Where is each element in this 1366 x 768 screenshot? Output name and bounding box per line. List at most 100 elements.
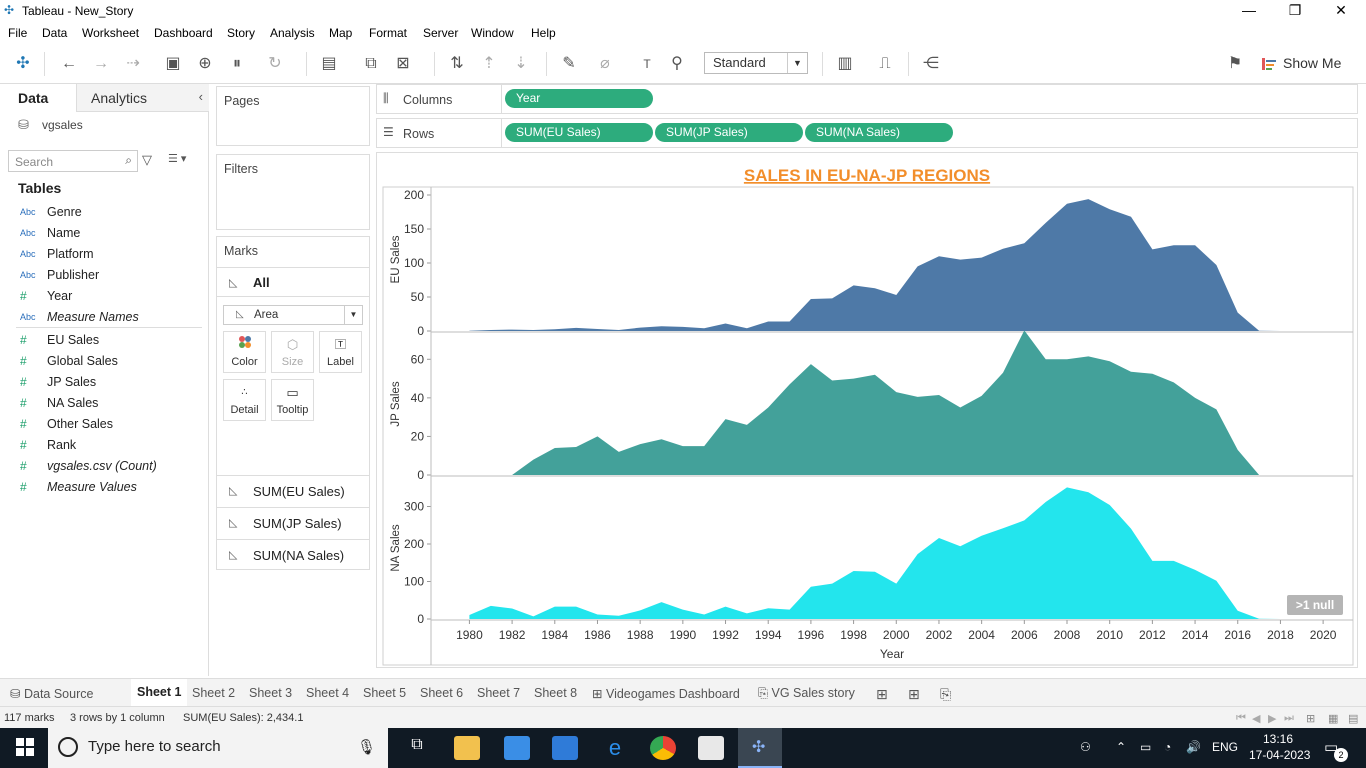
language-indicator[interactable]: ENG — [1212, 740, 1238, 754]
nav-last-icon[interactable]: ⏭ — [1284, 712, 1294, 725]
people-icon[interactable]: ⚇ — [1080, 740, 1091, 754]
store-icon[interactable] — [504, 736, 530, 760]
show-me-button[interactable]: Show Me — [1283, 55, 1341, 71]
menu-map[interactable]: Map — [329, 26, 352, 40]
battery-icon[interactable]: ▭ — [1140, 740, 1151, 754]
view-options-icon[interactable]: ☰ ▾ — [168, 152, 186, 165]
nav-prev-icon[interactable]: ◀ — [1252, 712, 1260, 725]
size-button[interactable]: ⬡ Size — [271, 331, 314, 373]
marks-all-row[interactable]: ◺ All — [217, 267, 369, 297]
tab-analytics[interactable]: Analytics ‹ — [76, 84, 209, 112]
volume-icon[interactable]: 🔊 — [1186, 740, 1201, 754]
microphone-icon[interactable]: 🎙 — [357, 738, 376, 756]
tray-chevron-icon[interactable]: ⌃ — [1116, 740, 1126, 754]
tab-sheet-6[interactable]: Sheet 6 — [420, 686, 463, 700]
menu-story[interactable]: Story — [227, 26, 255, 40]
sort-asc-icon[interactable]: ⇡ — [478, 53, 500, 75]
new-worksheet-icon[interactable]: ▤ — [318, 53, 340, 75]
field-search-input[interactable]: Search ⌕ — [8, 150, 138, 172]
menu-analysis[interactable]: Analysis — [270, 26, 315, 40]
close-icon[interactable]: ✕ — [1318, 2, 1364, 22]
columns-shelf[interactable]: ⫼ Columns Year — [376, 84, 1358, 114]
rows-shelf[interactable]: ☰ Rows SUM(EU Sales) SUM(JP Sales) SUM(N… — [376, 118, 1358, 148]
collapse-icon[interactable]: ‹ — [199, 89, 203, 104]
file-explorer-icon[interactable] — [454, 736, 480, 760]
marks-row-eu[interactable]: ◺ SUM(EU Sales) — [217, 475, 369, 505]
show-cards-icon[interactable]: ▥ — [834, 53, 856, 75]
new-story-tab-icon[interactable]: ⎘ — [940, 686, 951, 703]
marks-row-na[interactable]: ◺ SUM(NA Sales) — [217, 539, 369, 569]
windows-start-icon[interactable] — [16, 738, 34, 759]
undo-icon[interactable]: ← — [58, 53, 80, 75]
tab-sheet-1[interactable]: Sheet 1 — [131, 679, 188, 707]
redo-icon[interactable]: → — [90, 53, 112, 75]
tab-sheet-4[interactable]: Sheet 4 — [306, 686, 349, 700]
nav-first-icon[interactable]: ⏮ — [1236, 712, 1246, 725]
tab-story[interactable]: ⎘ VG Sales story — [758, 686, 855, 701]
restore-icon[interactable]: ❐ — [1272, 2, 1318, 22]
tab-sheet-2[interactable]: Sheet 2 — [192, 686, 235, 700]
area-chart[interactable]: SALES IN EU-NA-JP REGIONS050100150200EU … — [377, 153, 1357, 667]
presentation-mode-icon[interactable]: ⎍ — [874, 53, 896, 75]
mail-icon[interactable] — [552, 736, 578, 760]
tab-sheet-5[interactable]: Sheet 5 — [363, 686, 406, 700]
show-labels-icon[interactable]: T — [636, 53, 658, 75]
format-painter-icon[interactable]: ⚑ — [1224, 53, 1246, 75]
tab-data[interactable]: Data — [0, 84, 76, 112]
pause-updates-icon[interactable]: ⏸ — [226, 53, 248, 75]
fit-select[interactable]: Standard ▼ — [704, 52, 808, 74]
filmstrip-icon[interactable]: ▦ — [1328, 712, 1338, 725]
pill-year[interactable]: Year — [505, 89, 653, 108]
share-icon[interactable]: ⋲ — [920, 53, 942, 75]
clock-time[interactable]: 13:16 — [1263, 732, 1293, 746]
filters-card[interactable]: Filters — [216, 154, 370, 230]
data-source-tab[interactable]: ⛁ Data Source — [10, 686, 93, 701]
mark-type-select[interactable]: ◺ Area ▼ — [223, 305, 363, 325]
swap-icon[interactable]: ⇅ — [446, 53, 468, 75]
clear-sheet-icon[interactable]: ⊠ — [392, 53, 414, 75]
pill-na-sales[interactable]: SUM(NA Sales) — [805, 123, 953, 142]
menu-server[interactable]: Server — [423, 26, 458, 40]
pages-card[interactable]: Pages — [216, 86, 370, 146]
tableau-taskbar-icon[interactable]: ✣ — [738, 728, 782, 768]
label-button[interactable]: 🅃 Label — [319, 331, 362, 373]
datasource-name[interactable]: vgsales — [42, 118, 83, 132]
replay-icon[interactable]: ⇢ — [122, 53, 144, 75]
chrome-icon[interactable] — [650, 736, 676, 760]
new-dashboard-tab-icon[interactable]: ⊞ — [908, 686, 920, 703]
pin-icon[interactable]: ⚲ — [666, 53, 688, 75]
tableau-home-icon[interactable]: ✣ — [12, 53, 34, 75]
pill-eu-sales[interactable]: SUM(EU Sales) — [505, 123, 653, 142]
tab-sheet-3[interactable]: Sheet 3 — [249, 686, 292, 700]
sort-desc-icon[interactable]: ⇣ — [510, 53, 532, 75]
highlight-icon[interactable]: ✎ — [558, 53, 580, 75]
menu-help[interactable]: Help — [531, 26, 556, 40]
tab-dashboard[interactable]: ⊞ Videogames Dashboard — [592, 686, 740, 701]
color-button[interactable]: Color — [223, 331, 266, 373]
duplicate-icon[interactable]: ⧉ — [360, 53, 382, 75]
task-view-icon[interactable]: ⧉ — [404, 736, 430, 760]
menu-file[interactable]: File — [8, 26, 27, 40]
wifi-icon[interactable]: ◔ — [1164, 740, 1171, 754]
nav-next-icon[interactable]: ▶ — [1268, 712, 1276, 725]
menu-format[interactable]: Format — [369, 26, 407, 40]
app-window-icon[interactable] — [698, 736, 724, 760]
edge-icon[interactable]: e — [602, 736, 628, 760]
taskbar-search-input[interactable]: Type here to search 🎙 — [48, 728, 388, 768]
new-datasource-icon[interactable]: ⊕ — [194, 53, 216, 75]
menu-worksheet[interactable]: Worksheet — [82, 26, 139, 40]
refresh-icon[interactable]: ↻ — [264, 53, 286, 75]
tab-sheet-8[interactable]: Sheet 8 — [534, 686, 577, 700]
clock-date[interactable]: 17-04-2023 — [1249, 748, 1310, 762]
tabs-view-icon[interactable]: ▤ — [1348, 712, 1358, 725]
null-indicator-badge[interactable]: >1 null — [1287, 595, 1343, 615]
tooltip-button[interactable]: ▭ Tooltip — [271, 379, 314, 421]
marks-row-jp[interactable]: ◺ SUM(JP Sales) — [217, 507, 369, 537]
menu-window[interactable]: Window — [471, 26, 514, 40]
detail-button[interactable]: ∴ Detail — [223, 379, 266, 421]
show-me-icon[interactable] — [1262, 57, 1276, 71]
menu-dashboard[interactable]: Dashboard — [154, 26, 213, 40]
save-icon[interactable]: ▣ — [162, 53, 184, 75]
filter-icon[interactable]: ▽ — [142, 152, 152, 168]
tab-sheet-7[interactable]: Sheet 7 — [477, 686, 520, 700]
